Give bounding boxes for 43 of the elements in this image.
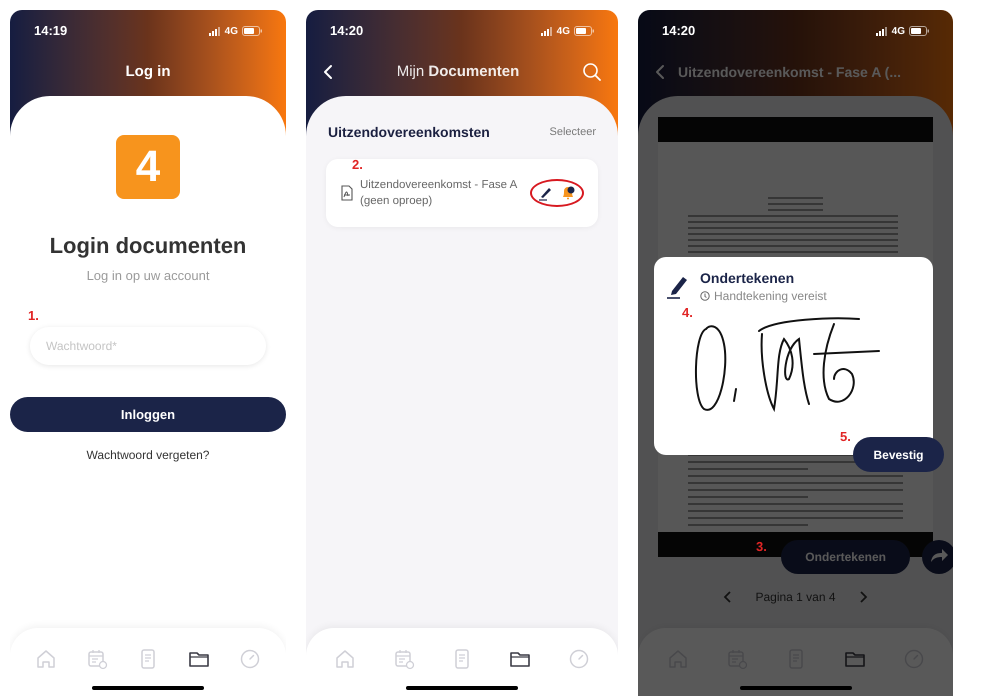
document-name: Uitzendovereenkomst - Fase A (geen oproep)	[360, 178, 518, 209]
login-subheading: Log in op uw account	[86, 267, 210, 285]
step-number: 3.	[756, 538, 767, 556]
signal-icon	[876, 26, 888, 36]
step-number: 5.	[840, 428, 851, 446]
battery-icon	[909, 26, 929, 36]
password-field[interactable]: Wachtwoord*	[30, 327, 266, 365]
document-card[interactable]: 2. Uitzendovereenkomst - Fase A (geen oproep)	[326, 159, 598, 227]
search-icon[interactable]	[582, 62, 602, 82]
signal-icon	[208, 26, 221, 36]
forgot-password-link[interactable]: Wachtwoord vergeten?	[86, 446, 210, 464]
step-number: 1.	[28, 306, 40, 324]
pdf-file-icon	[340, 185, 354, 201]
section-title: Uitzendovereenkomsten	[328, 123, 490, 142]
step-number: 4.	[682, 304, 693, 322]
pen-icon	[538, 185, 554, 201]
network-label: 4G	[224, 24, 238, 38]
step-number: 2.	[352, 156, 363, 174]
network-label: 4G	[556, 24, 570, 38]
screen-title: Mijn Documenten	[396, 62, 520, 82]
previous-page-icon[interactable]	[723, 590, 734, 604]
clock-icon	[700, 291, 710, 301]
battery-icon	[574, 26, 594, 36]
screen-title: Log in	[126, 62, 170, 82]
battery-icon	[242, 26, 262, 36]
screen-title: Uitzendovereenkomst - Fase A (...	[678, 62, 902, 82]
bell-icon	[560, 185, 576, 201]
status-time: 14:20	[662, 22, 696, 40]
login-button[interactable]: Inloggen	[10, 397, 286, 432]
login-heading: Login documenten	[50, 232, 246, 260]
signal-icon	[540, 26, 553, 36]
status-time: 14:19	[34, 22, 68, 40]
back-icon[interactable]	[322, 64, 334, 80]
confirm-button[interactable]: Bevestig	[853, 437, 944, 472]
select-button[interactable]: Selecteer	[550, 124, 596, 141]
share-button-icon[interactable]	[922, 540, 953, 574]
network-label: 4G	[892, 24, 905, 38]
status-time: 14:20	[330, 22, 364, 40]
dialog-title: Ondertekenen	[700, 269, 796, 287]
app-logo: 4	[116, 135, 180, 199]
next-page-icon[interactable]	[858, 590, 868, 604]
page-indicator: Pagina 1 van 4	[755, 589, 836, 606]
dialog-subtitle: Handtekening vereist	[714, 288, 827, 305]
